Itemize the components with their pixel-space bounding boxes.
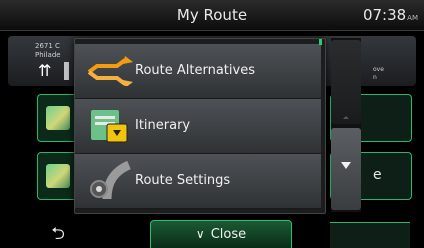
itinerary-icon [91, 110, 128, 143]
chevron-down-icon [341, 162, 351, 169]
bottom-right-button[interactable] [330, 222, 410, 248]
menu-item-label: Route Settings [135, 173, 231, 188]
turn-arrow-icon: ⇈ [38, 61, 52, 80]
clock-ampm: AM [407, 14, 418, 22]
close-label: Close [210, 227, 247, 242]
address-text: 2671 C Philade [35, 42, 61, 60]
chevron-up-icon [343, 116, 349, 119]
right-small-line1: ove [373, 66, 384, 73]
route-settings-icon [90, 161, 131, 200]
map-thumbnail-icon [46, 106, 70, 130]
back-arrow-icon: ⮌ [51, 224, 65, 244]
right-panel-text: ove n [373, 66, 384, 82]
menu-item-label: Route Alternatives [135, 63, 255, 78]
address-line1: 2671 C [35, 42, 60, 50]
page-title: My Route [176, 6, 248, 24]
menu-item-label: Itinerary [135, 118, 191, 133]
address-line2: Philade [35, 51, 61, 59]
map-thumbnail-icon [46, 164, 70, 188]
scroll-up-button[interactable] [331, 40, 361, 124]
close-button[interactable]: ∨ Close [150, 220, 292, 248]
route-alternatives-icon [87, 56, 133, 86]
right-button-label: e [373, 167, 382, 183]
clock: 07:38AM [363, 0, 418, 30]
scroll-position-indicator [319, 39, 322, 45]
menu-item-itinerary[interactable]: Itinerary [75, 99, 321, 154]
scroll-down-button[interactable] [331, 128, 361, 210]
clock-time: 07:38 [362, 6, 407, 24]
right-small-line2: n [373, 74, 377, 81]
chevron-down-icon: ∨ [195, 227, 205, 241]
menu-item-route-settings[interactable]: Route Settings [75, 154, 321, 209]
divider [64, 62, 69, 80]
menu-item-route-alternatives[interactable]: Route Alternatives [75, 44, 321, 99]
back-button[interactable]: ⮌ [36, 222, 80, 247]
